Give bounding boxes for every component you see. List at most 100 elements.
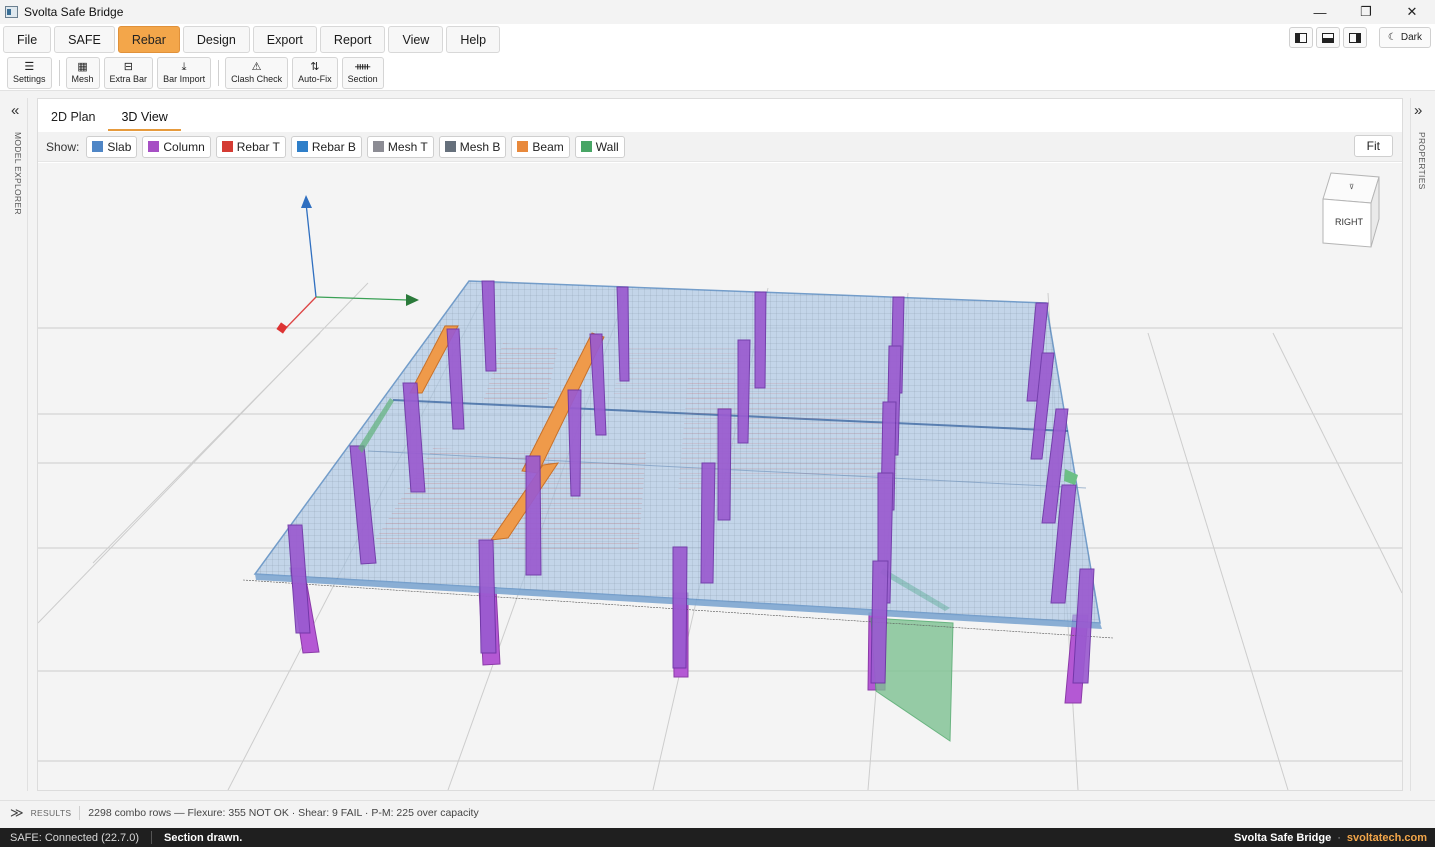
menu-view[interactable]: View	[388, 26, 444, 53]
settings-label: Settings	[13, 73, 46, 84]
clash-check-label: Clash Check	[231, 73, 283, 84]
section-label: Section	[347, 73, 378, 84]
menu-design[interactable]: Design	[182, 26, 250, 53]
fit-button[interactable]: Fit	[1353, 135, 1393, 157]
chip-mesh-b-label: Mesh B	[459, 139, 501, 154]
slab-swatch	[92, 141, 104, 152]
expand-right-icon[interactable]: »	[1414, 102, 1422, 119]
layout-left-icon	[1294, 32, 1307, 43]
section-button[interactable]: ᚔ Section	[341, 56, 384, 89]
bar-import-label: Bar Import	[163, 73, 206, 84]
auto-fix-button[interactable]: ⇅ Auto-Fix	[292, 56, 338, 89]
brand-name: Svolta Safe Bridge	[1234, 831, 1332, 844]
menu-report[interactable]: Report	[319, 26, 386, 53]
status-message: Section drawn.	[164, 831, 243, 844]
tab-3d-view[interactable]: 3D View	[108, 110, 182, 131]
chip-rebar-t[interactable]: Rebar T	[215, 135, 286, 158]
moon-icon: ☾	[1387, 32, 1397, 43]
sliders-icon: ☰	[24, 60, 35, 73]
rebar-b-swatch	[296, 141, 308, 152]
layout-bottom-panel-button[interactable]	[1315, 27, 1340, 48]
rebar-t-swatch	[221, 141, 233, 152]
svg-text:⊽: ⊽	[1349, 183, 1354, 191]
chip-column[interactable]: Column	[142, 135, 211, 158]
minimize-button[interactable]: —	[1297, 0, 1343, 24]
layout-controls: ☾ Dark	[1286, 27, 1431, 48]
results-separator	[79, 805, 81, 820]
auto-fix-label: Auto-Fix	[298, 73, 332, 84]
wall-swatch	[580, 141, 592, 152]
layout-left-panel-button[interactable]	[1288, 27, 1313, 48]
window-title: Svolta Safe Bridge	[24, 5, 124, 19]
bar-icon: ⊟	[123, 60, 133, 73]
warning-icon: ⚠	[251, 60, 262, 73]
mesh-b-swatch	[444, 141, 456, 152]
chip-rebar-t-label: Rebar T	[236, 139, 280, 154]
menu-file[interactable]: File	[3, 26, 52, 53]
view-cube-face-label: RIGHT	[1335, 217, 1364, 227]
3d-viewport[interactable]: ⊽ RIGHT	[38, 163, 1402, 790]
main-panel: 2D Plan 3D View Show: Slab Column Rebar …	[37, 98, 1403, 791]
show-label: Show:	[46, 139, 80, 154]
toolbar-separator	[58, 59, 60, 86]
beam-swatch	[517, 141, 529, 152]
model-explorer-panel[interactable]: « MODEL EXPLORER	[8, 98, 28, 791]
chip-rebar-b-label: Rebar B	[311, 139, 356, 154]
status-separator	[151, 831, 153, 844]
settings-button[interactable]: ☰ Settings	[7, 56, 52, 89]
dark-mode-label: Dark	[1400, 32, 1422, 43]
3d-scene[interactable]: ⊽ RIGHT	[38, 163, 1402, 790]
grid-icon: ▦	[77, 60, 88, 73]
section-icon: ᚔ	[355, 60, 371, 73]
chip-beam[interactable]: Beam	[511, 135, 570, 158]
window-controls: — ❐ ✕	[1297, 0, 1435, 24]
model-explorer-label: MODEL EXPLORER	[13, 132, 23, 215]
view-cube[interactable]: ⊽ RIGHT	[1322, 172, 1380, 248]
menu-rebar[interactable]: Rebar	[117, 26, 180, 53]
bar-import-button[interactable]: ⤓ Bar Import	[157, 56, 212, 89]
tab-2d-plan[interactable]: 2D Plan	[38, 110, 108, 131]
toolbar-separator	[218, 59, 220, 86]
dark-mode-toggle[interactable]: ☾ Dark	[1378, 27, 1431, 48]
brand-dot: ·	[1337, 831, 1341, 844]
ribbon-toolbar: ☰ Settings ▦ Mesh ⊟ Extra Bar ⤓ Bar Impo…	[0, 55, 1435, 91]
results-summary: 2298 combo rows — Flexure: 355 NOT OK · …	[88, 806, 479, 819]
properties-panel[interactable]: » PROPERTIES	[1410, 98, 1432, 791]
menu-export[interactable]: Export	[252, 26, 317, 53]
results-label: RESULTS	[30, 807, 72, 818]
status-bar: SAFE: Connected (22.7.0) Section drawn. …	[0, 828, 1435, 847]
properties-label: PROPERTIES	[1417, 132, 1427, 190]
brand-website-link[interactable]: svoltatech.com	[1347, 832, 1427, 844]
layer-filter-bar: Show: Slab Column Rebar T Rebar B Mesh T…	[38, 132, 1402, 162]
title-bar: Svolta Safe Bridge — ❐ ✕	[0, 0, 1435, 24]
mesh-button[interactable]: ▦ Mesh	[65, 56, 100, 89]
chip-wall-label: Wall	[595, 139, 619, 154]
menu-help[interactable]: Help	[446, 26, 501, 53]
extra-bar-label: Extra Bar	[109, 73, 148, 84]
maximize-button[interactable]: ❐	[1343, 0, 1389, 24]
extra-bar-button[interactable]: ⊟ Extra Bar	[103, 56, 154, 89]
menu-safe[interactable]: SAFE	[54, 26, 115, 53]
chip-rebar-b[interactable]: Rebar B	[290, 135, 362, 158]
chip-slab-label: Slab	[107, 139, 132, 154]
chip-mesh-b[interactable]: Mesh B	[438, 135, 507, 158]
close-button[interactable]: ✕	[1389, 0, 1435, 24]
expand-results-icon[interactable]: ≫	[10, 805, 24, 821]
layout-bottom-icon	[1321, 32, 1334, 43]
axis-gizmo	[276, 195, 419, 334]
layout-right-panel-button[interactable]	[1342, 27, 1367, 48]
mesh-label: Mesh	[71, 73, 94, 84]
chip-column-label: Column	[163, 139, 205, 154]
layout-right-icon	[1348, 32, 1361, 43]
mesh-t-swatch	[372, 141, 384, 152]
download-icon: ⤓	[181, 60, 187, 73]
chip-mesh-t[interactable]: Mesh T	[366, 135, 434, 158]
chip-mesh-t-label: Mesh T	[387, 139, 428, 154]
app-logo-icon	[5, 6, 18, 18]
chip-beam-label: Beam	[532, 139, 564, 154]
clash-check-button[interactable]: ⚠ Clash Check	[225, 56, 289, 89]
chip-slab[interactable]: Slab	[86, 135, 138, 158]
expand-left-icon[interactable]: «	[11, 102, 19, 119]
chip-wall[interactable]: Wall	[574, 135, 625, 158]
view-tabs: 2D Plan 3D View	[38, 99, 182, 131]
